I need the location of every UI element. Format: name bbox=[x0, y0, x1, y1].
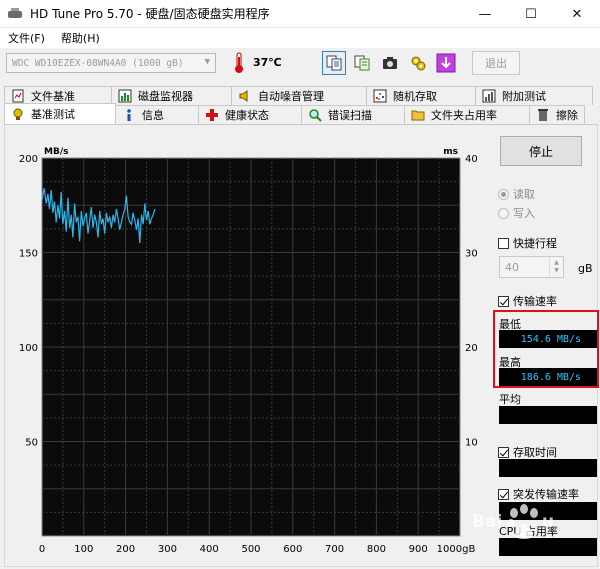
tab-row-bottom: 基准测试 信息 健康状态 错误扫描 文件夹占用率 擦除 bbox=[4, 103, 585, 124]
extra-tests-icon bbox=[482, 89, 496, 103]
tab-benchmark-label: 基准测试 bbox=[31, 108, 75, 121]
title-bar: HD Tune Pro 5.70 - 硬盘/固态硬盘实用程序 — ☐ ✕ bbox=[0, 0, 600, 28]
copy-info-icon bbox=[326, 55, 342, 71]
menu-file[interactable]: 文件(F) bbox=[0, 30, 53, 46]
random-access-icon bbox=[373, 89, 387, 103]
tab-random-access[interactable]: 随机存取 bbox=[366, 86, 476, 105]
short-stroke-unit: gB bbox=[578, 262, 593, 275]
tab-extra-tests-label: 附加测试 bbox=[502, 90, 546, 103]
tab-health[interactable]: 健康状态 bbox=[198, 105, 302, 124]
svg-text:u: u bbox=[542, 512, 554, 532]
short-stroke-stepper[interactable]: 40 ▲ ▼ bbox=[499, 256, 564, 278]
drive-select[interactable]: WDC WD10EZEX-08WN4A0 (1000 gB) ▼ bbox=[6, 53, 216, 73]
erase-icon bbox=[538, 109, 548, 121]
tab-disk-monitor[interactable]: 磁盘监视器 bbox=[111, 86, 232, 105]
chevron-down-icon: ▼ bbox=[204, 57, 210, 67]
tab-folder-usage-label: 文件夹占用率 bbox=[431, 109, 497, 122]
tab-noise-management[interactable]: 自动噪音管理 bbox=[231, 86, 367, 105]
screenshot-button[interactable] bbox=[378, 51, 402, 75]
tab-random-access-label: 随机存取 bbox=[393, 90, 437, 103]
exit-button[interactable]: 退出 bbox=[472, 51, 520, 75]
short-stroke-box bbox=[498, 237, 509, 249]
short-stroke-checkbox[interactable]: 快捷行程 bbox=[498, 235, 557, 251]
hdd-app-icon bbox=[8, 7, 22, 20]
tab-disk-monitor-label: 磁盘监视器 bbox=[138, 90, 193, 103]
tab-folder-usage[interactable]: 文件夹占用率 bbox=[404, 105, 530, 124]
write-radio-label: 写入 bbox=[513, 207, 535, 220]
tab-info[interactable]: 信息 bbox=[115, 105, 199, 124]
tab-erase-label: 擦除 bbox=[556, 109, 578, 122]
tab-noise-management-label: 自动噪音管理 bbox=[258, 90, 324, 103]
speaker-icon bbox=[239, 90, 248, 102]
access-time-box bbox=[498, 446, 509, 458]
tab-info-label: 信息 bbox=[142, 109, 164, 122]
read-radio[interactable]: 读取 bbox=[498, 186, 535, 202]
tab-health-label: 健康状态 bbox=[225, 109, 269, 122]
short-stroke-label: 快捷行程 bbox=[513, 237, 557, 250]
access-time-label: 存取时间 bbox=[513, 446, 557, 459]
options-button[interactable] bbox=[406, 51, 430, 75]
baidu-watermark-icon: Bai u bbox=[472, 504, 554, 539]
transfer-rate-checkbox[interactable]: 传输速率 bbox=[498, 293, 557, 309]
highlight-frame bbox=[493, 310, 599, 388]
read-radio-label: 读取 bbox=[513, 188, 535, 201]
tab-extra-tests[interactable]: 附加测试 bbox=[475, 86, 593, 105]
save-button[interactable] bbox=[434, 51, 458, 75]
transfer-rate-box bbox=[498, 295, 509, 307]
write-radio-dot bbox=[498, 207, 509, 219]
close-button[interactable]: ✕ bbox=[554, 0, 600, 28]
minimize-button[interactable]: — bbox=[462, 0, 508, 28]
tab-error-scan[interactable]: 错误扫描 bbox=[301, 105, 405, 124]
avg-value-box bbox=[499, 406, 597, 424]
folder-icon bbox=[411, 110, 425, 121]
tab-erase[interactable]: 擦除 bbox=[529, 105, 585, 124]
avg-label: 平均 bbox=[499, 393, 521, 406]
menu-help[interactable]: 帮助(H) bbox=[53, 30, 108, 46]
tab-benchmark[interactable]: 基准测试 bbox=[4, 103, 116, 124]
tab-error-scan-label: 错误扫描 bbox=[328, 109, 372, 122]
write-radio[interactable]: 写入 bbox=[498, 205, 535, 221]
transfer-rate-label: 传输速率 bbox=[513, 295, 557, 308]
read-radio-dot bbox=[498, 188, 509, 200]
temperature-value: 37℃ bbox=[253, 56, 282, 69]
short-stroke-value: 40 bbox=[505, 260, 519, 274]
menu-bar: 文件(F) 帮助(H) bbox=[0, 28, 600, 48]
benchmark-icon bbox=[13, 108, 23, 120]
camera-icon bbox=[383, 57, 397, 69]
tab-file-benchmark-label: 文件基准 bbox=[31, 90, 75, 103]
gear-icon bbox=[411, 56, 426, 71]
svg-text:Bai: Bai bbox=[472, 512, 502, 532]
window-title: HD Tune Pro 5.70 - 硬盘/固态硬盘实用程序 bbox=[30, 7, 270, 21]
copy-table-icon bbox=[354, 55, 370, 71]
thermometer-icon bbox=[235, 52, 243, 73]
stepper-arrows-icon[interactable]: ▲ ▼ bbox=[549, 257, 563, 277]
access-time-checkbox[interactable]: 存取时间 bbox=[498, 444, 557, 460]
copy-table-button[interactable] bbox=[350, 51, 374, 75]
health-icon bbox=[206, 109, 218, 121]
window-controls: — ☐ ✕ bbox=[462, 0, 600, 28]
copy-info-button[interactable] bbox=[322, 51, 346, 75]
disk-monitor-icon bbox=[118, 89, 132, 103]
stop-button[interactable]: 停止 bbox=[500, 136, 582, 166]
save-icon bbox=[436, 53, 456, 73]
info-icon bbox=[127, 109, 131, 121]
file-benchmark-icon bbox=[12, 89, 24, 103]
error-scan-icon bbox=[309, 109, 322, 122]
drive-select-value: WDC WD10EZEX-08WN4A0 (1000 gB) bbox=[12, 57, 184, 69]
access-time-box-value bbox=[499, 459, 597, 477]
maximize-button[interactable]: ☐ bbox=[508, 0, 554, 28]
